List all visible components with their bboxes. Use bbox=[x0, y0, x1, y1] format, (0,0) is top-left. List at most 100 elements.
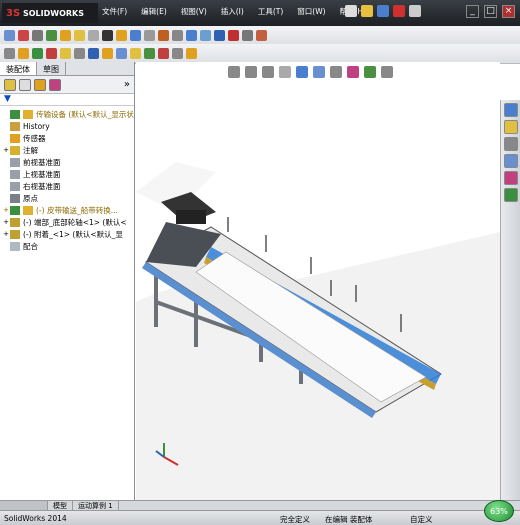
tree-item-component-1[interactable]: + (-) 皮带输送_船带转换... bbox=[0, 204, 134, 216]
menu-edit[interactable]: 编辑(E) bbox=[134, 6, 174, 20]
tab-motion-study[interactable]: 运动算例 1 bbox=[73, 501, 119, 510]
pattern-icon[interactable] bbox=[60, 48, 71, 59]
annotation-icon bbox=[10, 145, 20, 155]
pencil-icon[interactable] bbox=[32, 30, 43, 41]
interference-icon[interactable] bbox=[144, 48, 155, 59]
feature-tree-icon[interactable] bbox=[4, 78, 16, 91]
tree-root-assembly[interactable]: 传输设备 (默认<默认_显示状 bbox=[0, 108, 134, 120]
custom-properties-icon[interactable] bbox=[504, 188, 518, 202]
link-icon[interactable] bbox=[242, 30, 253, 41]
maximize-button[interactable]: □ bbox=[484, 5, 497, 18]
tab-model[interactable]: 模型 bbox=[48, 501, 73, 510]
clearance-icon[interactable] bbox=[158, 48, 169, 59]
plane-icon bbox=[10, 157, 20, 167]
tree-label: 配合 bbox=[23, 241, 38, 251]
filter-icon[interactable]: ▼ bbox=[4, 94, 11, 104]
reference-icon[interactable] bbox=[60, 30, 71, 41]
tree-item-component-2[interactable]: + (-) 端部_底部轮轴<1> (默认< bbox=[0, 216, 134, 228]
assembly-icon[interactable] bbox=[102, 48, 113, 59]
rotate-icon[interactable] bbox=[214, 30, 225, 41]
open-folder-icon[interactable] bbox=[361, 5, 373, 17]
plane-icon bbox=[10, 169, 20, 179]
table-icon[interactable] bbox=[74, 30, 85, 41]
menu-file[interactable]: 文件(F) bbox=[95, 6, 134, 20]
property-manager-icon[interactable] bbox=[19, 78, 31, 91]
document-icon[interactable] bbox=[256, 30, 267, 41]
tab-sketch[interactable]: 草图 bbox=[37, 62, 66, 75]
expand-icon[interactable]: + bbox=[2, 230, 10, 238]
stop-icon[interactable] bbox=[228, 30, 239, 41]
custom-units[interactable]: 自定义 bbox=[410, 514, 433, 525]
conveyor-model bbox=[136, 162, 500, 500]
tree-item-front-plane[interactable]: 前视基准面 bbox=[0, 156, 134, 168]
menu-insert[interactable]: 插入(I) bbox=[214, 6, 251, 20]
feature-icon[interactable] bbox=[158, 30, 169, 41]
snapshot-icon[interactable] bbox=[172, 48, 183, 59]
solidworks-logo: 3S SOLIDWORKS bbox=[2, 3, 98, 23]
expand-icon[interactable]: + bbox=[2, 206, 10, 214]
move-component-icon[interactable] bbox=[74, 48, 85, 59]
title-bar: 3S SOLIDWORKS 文件(F) 编辑(E) 视图(V) 插入(I) 工具… bbox=[0, 0, 520, 26]
mirror-icon[interactable] bbox=[186, 30, 197, 41]
check-icon[interactable] bbox=[46, 30, 57, 41]
hide-icon[interactable] bbox=[88, 48, 99, 59]
close-button[interactable]: × bbox=[502, 5, 515, 18]
lightning-icon[interactable] bbox=[130, 48, 141, 59]
explode-icon[interactable] bbox=[116, 48, 127, 59]
insert-icon[interactable] bbox=[32, 48, 43, 59]
tree-item-component-3[interactable]: + (-) 附着_<1> (默认<默认_显 bbox=[0, 228, 134, 240]
expand-icon[interactable]: + bbox=[2, 146, 10, 154]
appearances-icon[interactable] bbox=[504, 171, 518, 185]
box-icon[interactable] bbox=[172, 30, 183, 41]
menu-window[interactable]: 窗口(W) bbox=[290, 6, 332, 20]
tree-item-right-plane[interactable]: 右视基准面 bbox=[0, 180, 134, 192]
assembly-icon bbox=[10, 109, 20, 119]
tree-item-top-plane[interactable]: 上视基准面 bbox=[0, 168, 134, 180]
graphics-area[interactable] bbox=[136, 62, 500, 500]
spell-icon[interactable] bbox=[4, 30, 15, 41]
measure-icon[interactable] bbox=[4, 48, 15, 59]
tree-label: 右视基准面 bbox=[23, 181, 61, 191]
save-icon[interactable] bbox=[377, 5, 389, 17]
tab-assembly[interactable]: 装配体 bbox=[0, 62, 37, 75]
menu-view[interactable]: 视图(V) bbox=[174, 6, 214, 20]
expand-icon[interactable]: + bbox=[2, 218, 10, 226]
sum-icon[interactable] bbox=[102, 30, 113, 41]
arrow-icon[interactable] bbox=[144, 30, 155, 41]
tab-scrollbar[interactable] bbox=[0, 501, 48, 510]
filter-row: ▼ bbox=[0, 94, 134, 106]
rebuild-icon[interactable] bbox=[393, 5, 405, 17]
bottom-tabs: 模型 运动算例 1 bbox=[0, 500, 520, 510]
tree-label: 传感器 bbox=[23, 133, 46, 143]
smart-icon[interactable] bbox=[186, 48, 197, 59]
expand-panel-icon[interactable]: » bbox=[124, 79, 130, 90]
panel-icon-row: » bbox=[0, 76, 134, 94]
design-library-icon[interactable] bbox=[504, 120, 518, 134]
file-explorer-icon[interactable] bbox=[504, 137, 518, 151]
display-manager-icon[interactable] bbox=[49, 78, 61, 91]
plane-icon bbox=[10, 181, 20, 191]
tree-item-origin[interactable]: 原点 bbox=[0, 192, 134, 204]
component-icon[interactable] bbox=[18, 48, 29, 59]
minimize-button[interactable]: _ bbox=[466, 5, 479, 18]
tree-item-annotations[interactable]: + 注解 bbox=[0, 144, 134, 156]
tree-label: 上视基准面 bbox=[23, 169, 61, 179]
tree-item-mates[interactable]: 配合 bbox=[0, 240, 134, 252]
checkbox-icon[interactable] bbox=[88, 30, 99, 41]
definition-status: 完全定义 bbox=[280, 515, 310, 524]
tree-label: 传输设备 (默认<默认_显示状 bbox=[36, 109, 134, 119]
solidworks-resources-icon[interactable] bbox=[504, 103, 518, 117]
mate-icon[interactable] bbox=[46, 48, 57, 59]
sketch-icon[interactable] bbox=[18, 30, 29, 41]
tree-item-sensors[interactable]: 传感器 bbox=[0, 132, 134, 144]
new-document-icon[interactable] bbox=[345, 5, 357, 17]
feature-tree: 传输设备 (默认<默认_显示状 History 传感器 + 注解 前视基准面 上… bbox=[0, 106, 134, 252]
options-icon[interactable] bbox=[409, 5, 421, 17]
move-icon[interactable] bbox=[130, 30, 141, 41]
view-palette-icon[interactable] bbox=[504, 154, 518, 168]
menu-tools[interactable]: 工具(T) bbox=[251, 6, 290, 20]
warning-icon[interactable] bbox=[116, 30, 127, 41]
configuration-icon[interactable] bbox=[34, 78, 46, 91]
section-icon[interactable] bbox=[200, 30, 211, 41]
tree-item-history[interactable]: History bbox=[0, 120, 134, 132]
